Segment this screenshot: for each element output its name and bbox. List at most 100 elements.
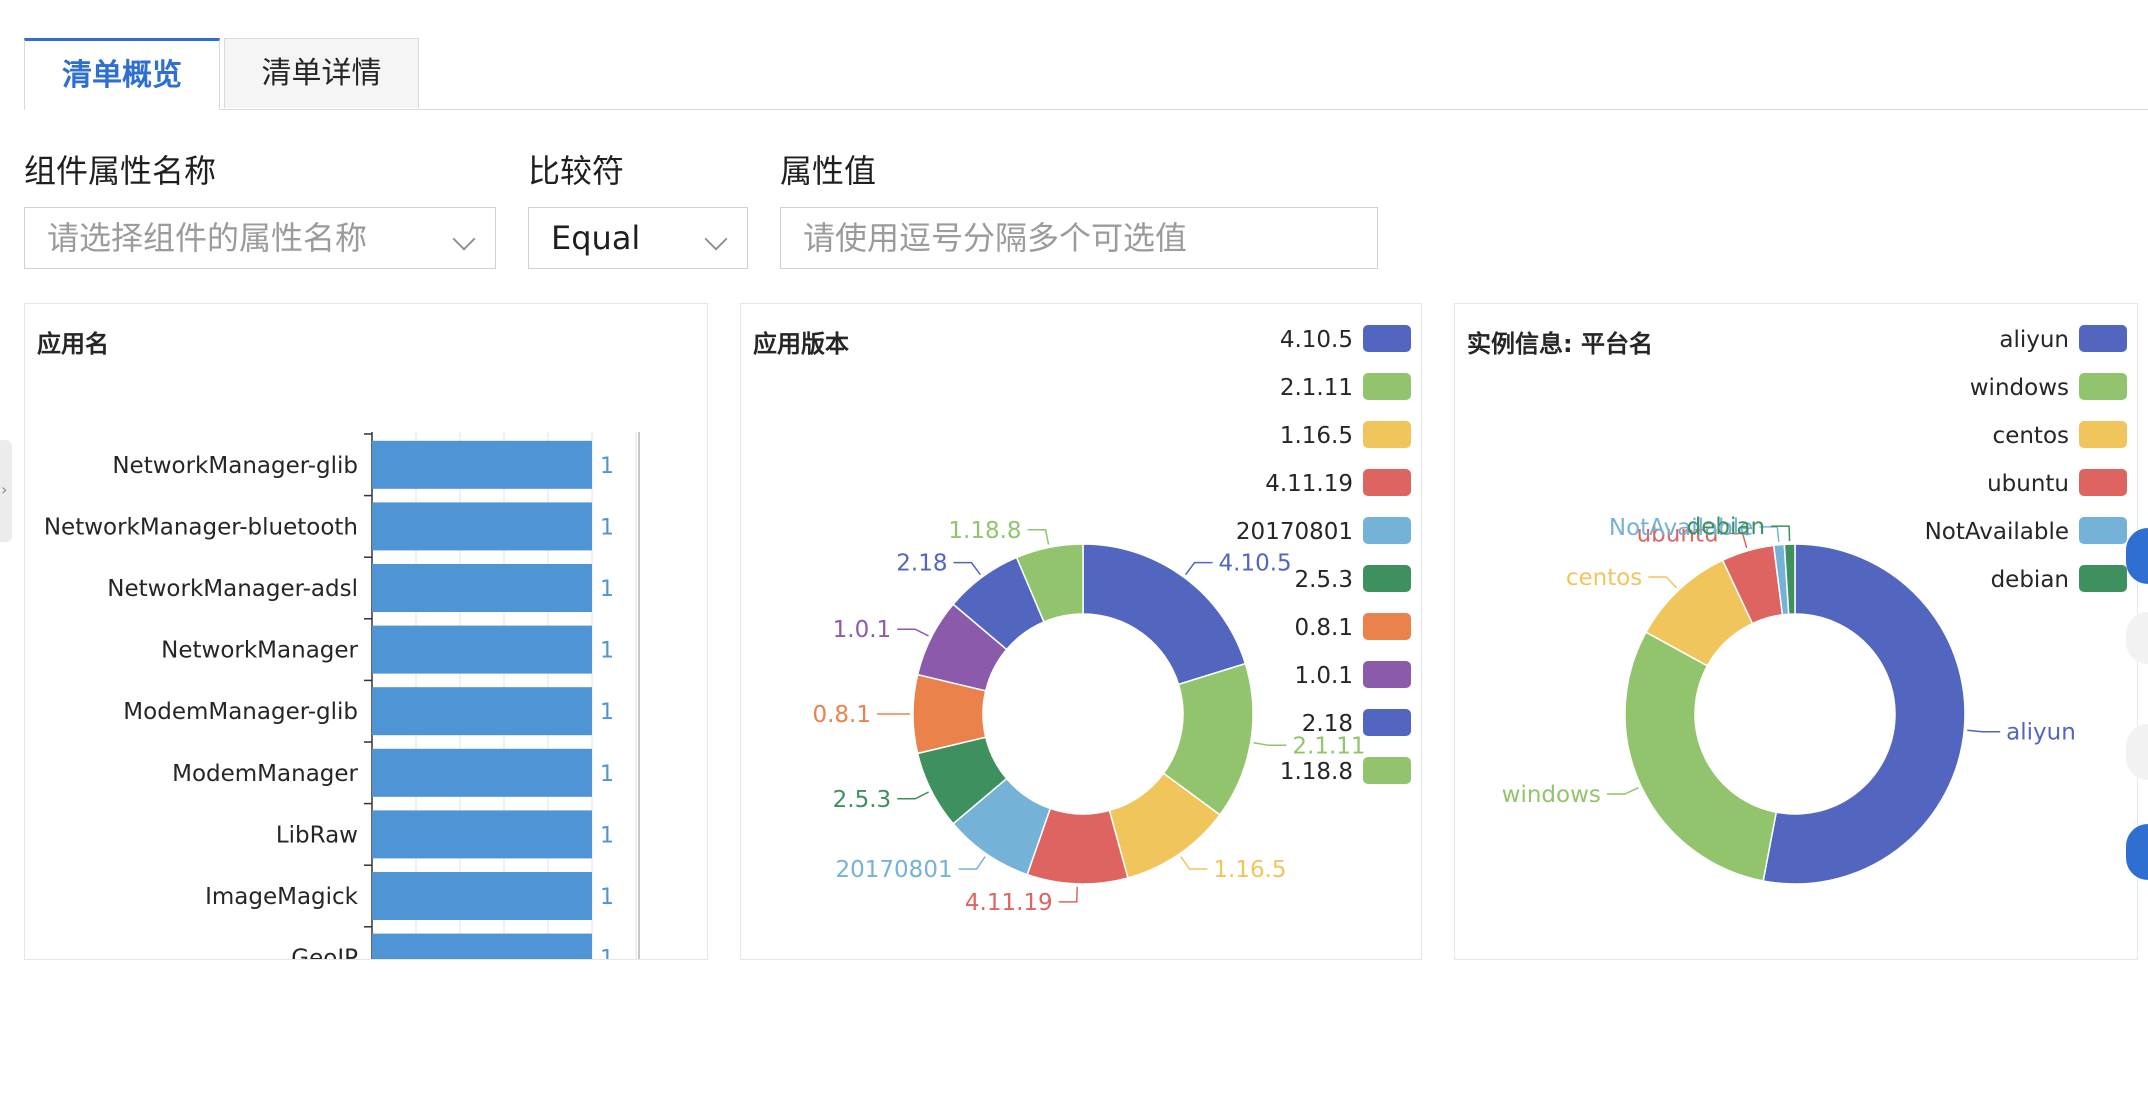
app-name-panel: 应用名 NetworkManager-glib 1 NetworkManager-b… xyxy=(24,303,708,960)
legend-label: NotAvailable xyxy=(1925,519,2069,545)
slice-leader-line xyxy=(1771,525,1791,542)
legend-swatch[interactable] xyxy=(2079,325,2127,352)
chevron-right-icon: › xyxy=(1,480,8,499)
platform-title: 实例信息: 平台名 xyxy=(1467,330,1653,358)
slice-windows[interactable] xyxy=(1624,631,1778,882)
slice-label: 1.0.1 xyxy=(833,617,892,643)
bar-value-label: 1 xyxy=(600,515,614,540)
slice-leader-line xyxy=(1180,856,1208,870)
bar-category-label: NetworkManager-bluetooth xyxy=(44,514,358,540)
slice-label: 4.10.5 xyxy=(1219,551,1292,577)
bar-category-label: LibRaw xyxy=(276,822,358,848)
attr-name-select[interactable]: 请选择组件的属性名称 xyxy=(24,207,496,269)
legend-label: windows xyxy=(1970,375,2069,401)
slice-label: 2.18 xyxy=(896,551,947,577)
platform-donut-chart: aliyun windows centos ubuntu NotAvailable deb… xyxy=(1502,325,2127,885)
legend-label: 4.11.19 xyxy=(1265,471,1353,497)
legend-swatch[interactable] xyxy=(1363,661,1411,688)
legend-swatch[interactable] xyxy=(1363,709,1411,736)
slice-label: windows xyxy=(1502,782,1601,808)
bar-value-label: 1 xyxy=(600,454,614,479)
comparator-label: 比较符 xyxy=(528,152,625,190)
bar-networkmanager-glib[interactable] xyxy=(372,440,592,489)
legend-label: 0.8.1 xyxy=(1294,615,1353,641)
legend-label: aliyun xyxy=(1999,327,2069,353)
bar-libraw[interactable] xyxy=(372,810,592,859)
tab-bar: 清单概览 清单详情 xyxy=(24,38,2148,110)
platform-panel: 实例信息: 平台名 aliyun windows centos ubuntu NotAv… xyxy=(1454,303,2138,960)
app-name-title: 应用名 xyxy=(37,330,109,358)
legend-swatch[interactable] xyxy=(1363,469,1411,496)
legend-label: 20170801 xyxy=(1236,519,1353,545)
sidebar-toggle-handle[interactable]: › xyxy=(0,440,12,542)
slice-leader-line xyxy=(897,628,929,637)
legend-swatch[interactable] xyxy=(2079,469,2127,496)
legend-label: debian xyxy=(1991,567,2069,593)
legend-swatch[interactable] xyxy=(1363,565,1411,592)
slice-leader-line xyxy=(897,791,929,800)
legend-label: 2.5.3 xyxy=(1294,567,1353,593)
bar-imagemagick[interactable] xyxy=(372,872,592,920)
legend-label: 1.18.8 xyxy=(1280,759,1353,785)
legend-label: centos xyxy=(1993,423,2069,449)
legend-label: 2.18 xyxy=(1302,711,1353,737)
attr-value-label: 属性值 xyxy=(780,152,877,190)
legend-swatch[interactable] xyxy=(1363,325,1411,352)
bar-value-label: 1 xyxy=(600,762,614,787)
legend-swatch[interactable] xyxy=(1363,421,1411,448)
bar-networkmanager[interactable] xyxy=(372,625,592,674)
legend-swatch[interactable] xyxy=(1363,373,1411,400)
bar-value-label: 1 xyxy=(600,885,614,910)
slice-label: 2.1.11 xyxy=(1292,733,1365,759)
bar-networkmanager-bluetooth[interactable] xyxy=(372,502,592,551)
app-version-donut-chart: 4.10.5 2.1.11 1.16.5 4.11.19 20170801 2.5.3 0.… xyxy=(812,325,1411,916)
tab-details[interactable]: 清单详情 xyxy=(224,38,419,108)
attr-value-placeholder: 请使用逗号分隔多个可选值 xyxy=(803,219,1188,257)
attr-name-label: 组件属性名称 xyxy=(24,152,217,190)
bar-category-label: GeoIP xyxy=(291,946,358,960)
comparator-value: Equal xyxy=(551,219,641,257)
slice-label: centos xyxy=(1566,565,1642,591)
bar-modemmanager[interactable] xyxy=(372,748,592,797)
legend-swatch[interactable] xyxy=(2079,565,2127,592)
attr-name-placeholder: 请选择组件的属性名称 xyxy=(47,219,368,257)
legend-swatch[interactable] xyxy=(1363,517,1411,544)
bar-value-label: 1 xyxy=(600,577,614,602)
attr-value-input[interactable]: 请使用逗号分隔多个可选值 xyxy=(780,207,1378,269)
slice-leader-line xyxy=(953,561,981,576)
slice-leader-line xyxy=(1967,729,2001,733)
bar-value-label: 1 xyxy=(600,823,614,848)
legend-swatch[interactable] xyxy=(2079,373,2127,400)
bar-networkmanager-adsl[interactable] xyxy=(372,564,592,612)
legend-swatch[interactable] xyxy=(1363,757,1411,784)
legend-label: 4.10.5 xyxy=(1280,327,1353,353)
bar-value-label: 1 xyxy=(600,639,614,664)
slice-leader-line xyxy=(958,856,986,870)
comparator-select[interactable]: Equal xyxy=(528,207,748,269)
bar-category-label: NetworkManager xyxy=(161,638,358,664)
bar-category-label: NetworkManager-adsl xyxy=(107,576,358,602)
slice-label: 2.5.3 xyxy=(833,787,892,813)
chevron-down-icon xyxy=(704,227,728,251)
slice-leader-line xyxy=(1185,561,1213,576)
slice-label: aliyun xyxy=(2006,720,2076,746)
legend-label: ubuntu xyxy=(1987,471,2069,497)
bar-value-label: 1 xyxy=(600,700,614,725)
bar-category-label: ModemManager-glib xyxy=(123,699,358,725)
legend-label: 1.0.1 xyxy=(1294,663,1353,689)
bar-category-label: NetworkManager-glib xyxy=(112,453,358,479)
bar-category-label: ImageMagick xyxy=(205,884,359,910)
legend-swatch[interactable] xyxy=(2079,421,2127,448)
slice-label: 1.16.5 xyxy=(1213,857,1286,883)
legend-swatch[interactable] xyxy=(2079,517,2127,544)
tab-overview[interactable]: 清单概览 xyxy=(24,38,220,110)
bar-geoip[interactable] xyxy=(372,933,592,960)
slice-label: 0.8.1 xyxy=(812,702,871,728)
bar-modemmanager-glib[interactable] xyxy=(372,687,592,736)
legend-swatch[interactable] xyxy=(1363,613,1411,640)
app-version-panel: 应用版本 4.10.5 2.1.11 1.16.5 4.11.19 20170801 2.… xyxy=(740,303,1422,960)
chevron-down-icon xyxy=(452,227,476,251)
app-version-title: 应用版本 xyxy=(753,330,849,358)
slice-label: debian xyxy=(1687,514,1765,540)
app-name-bar-chart: NetworkManager-glib 1 NetworkManager-bluet… xyxy=(44,432,640,960)
